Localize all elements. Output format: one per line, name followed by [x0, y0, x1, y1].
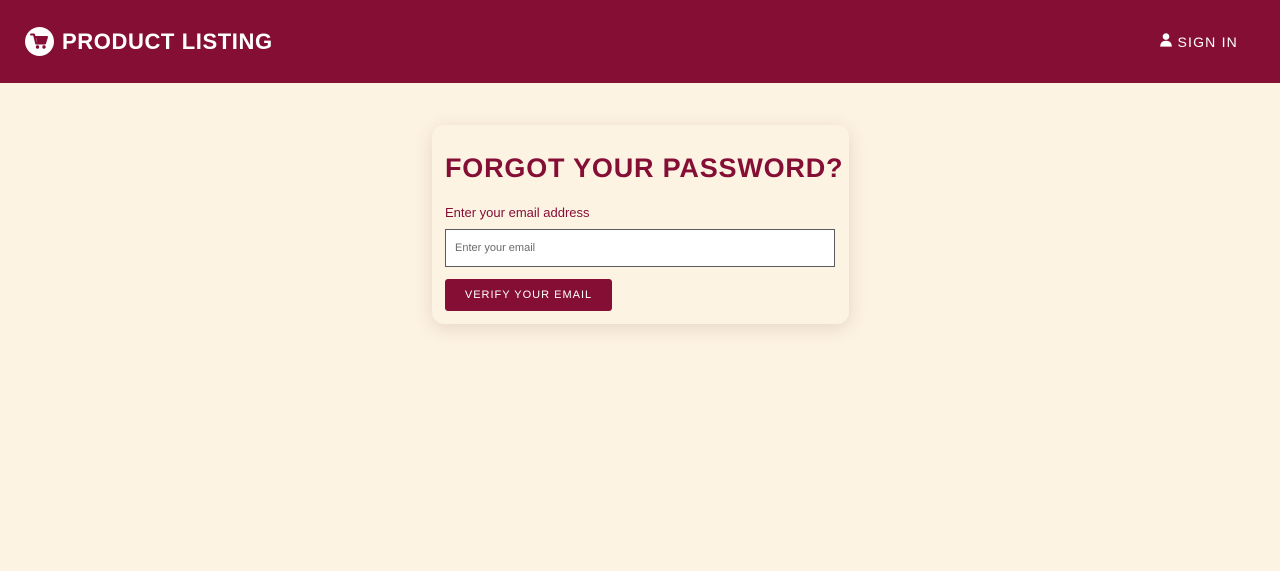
shopping-cart-icon: [25, 27, 54, 56]
email-input[interactable]: [445, 229, 835, 267]
sign-in-link[interactable]: SIGN IN: [1160, 33, 1238, 50]
user-icon: [1160, 33, 1173, 50]
page-title: FORGOT YOUR PASSWORD?: [445, 153, 844, 183]
forgot-password-card: FORGOT YOUR PASSWORD? Enter your email a…: [432, 125, 849, 324]
brand-title: PRODUCT LISTING: [62, 28, 273, 54]
sign-in-label: SIGN IN: [1177, 33, 1238, 50]
email-label: Enter your email address: [445, 205, 590, 220]
verify-email-button[interactable]: VERIFY YOUR EMAIL: [445, 279, 612, 311]
brand-link[interactable]: PRODUCT LISTING: [25, 27, 273, 56]
top-navbar: PRODUCT LISTING SIGN IN: [0, 0, 1280, 83]
